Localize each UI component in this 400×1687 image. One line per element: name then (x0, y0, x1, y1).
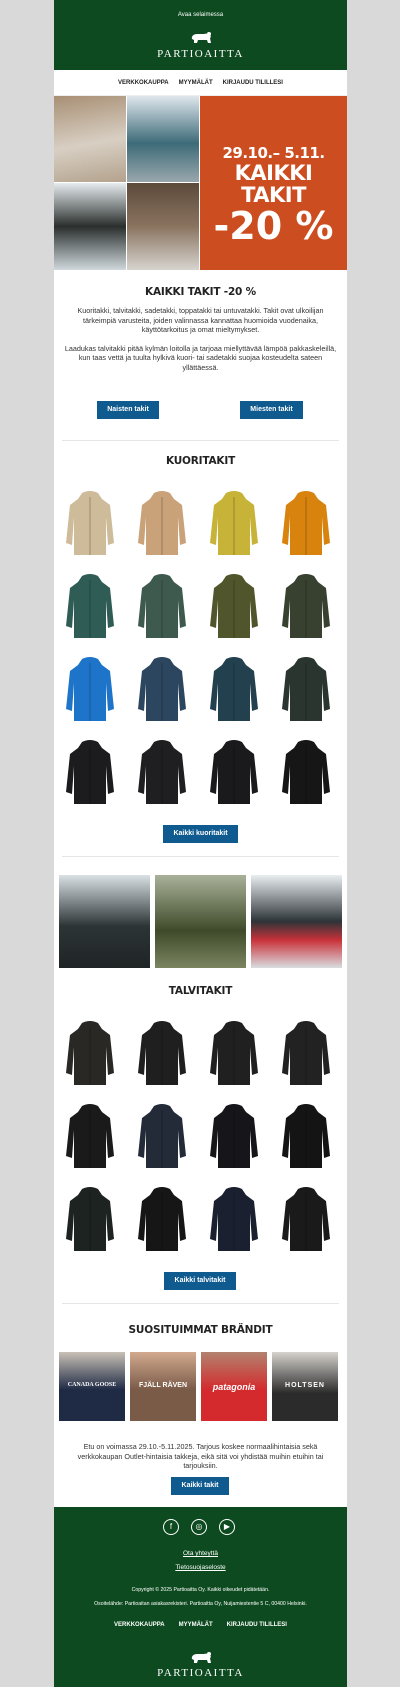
lifestyle-photo-red-jacket[interactable] (251, 875, 342, 968)
offer-terms: Etu on voimassa 29.10.-5.11.2025. Tarjou… (77, 1442, 324, 1470)
product-card[interactable] (278, 487, 334, 559)
brand-logo-text[interactable]: PARTIOAITTA (54, 48, 347, 60)
product-card[interactable] (62, 487, 118, 559)
winter-product-grid (54, 1017, 347, 1267)
hero-banner[interactable]: 29.10.– 5.11. KAIKKI TAKIT -20 % (54, 96, 347, 270)
product-card[interactable] (134, 736, 190, 808)
nav-login[interactable]: KIRJAUDU TILILLESI (223, 80, 283, 86)
product-card[interactable] (62, 736, 118, 808)
lifestyle-photo-tent[interactable] (155, 875, 246, 968)
lifestyle-photo-woman[interactable] (59, 875, 150, 968)
top-nav: VERKKOKAUPPA MYYMÄLÄT KIRJAUDU TILILLESI (54, 70, 347, 96)
men-jackets-button[interactable]: Miesten takit (240, 401, 303, 419)
hero-photo-couple (54, 183, 126, 270)
email-container: Avaa selaimessa PARTIOAITTA VERKKOKAUPPA… (54, 0, 347, 1507)
product-card[interactable] (206, 1017, 262, 1089)
sender-info-text: Osoitelähde: Partioaitan asiakasrekister… (94, 1601, 307, 1607)
footer: f ◎ ▶ Ota yhteyttä Tietosuojaseloste Cop… (54, 1507, 347, 1687)
intro-paragraph-1: Kuoritakki, talvitakki, sadetakki, toppa… (77, 306, 324, 334)
footer-nav-login[interactable]: KIRJAUDU TILILLESI (227, 1622, 287, 1628)
product-card[interactable] (206, 653, 262, 725)
privacy-link[interactable]: Tietosuojaseloste (54, 1564, 347, 1571)
product-card[interactable] (62, 570, 118, 642)
product-card[interactable] (278, 1100, 334, 1172)
product-card[interactable] (62, 1017, 118, 1089)
hero-photo-woman (54, 96, 126, 182)
footer-nav-webshop[interactable]: VERKKOKAUPPA (114, 1622, 165, 1628)
product-card[interactable] (62, 1100, 118, 1172)
product-card[interactable] (206, 1183, 262, 1255)
nav-stores[interactable]: MYYMÄLÄT (179, 80, 213, 86)
product-card[interactable] (278, 1017, 334, 1089)
product-card[interactable] (206, 487, 262, 559)
all-shell-jackets-button[interactable]: Kaikki kuoritakit (163, 825, 238, 843)
brand-fjallraven[interactable]: FJÄLL RÄVEN (130, 1352, 196, 1421)
brands-title: SUOSITUIMMAT BRÄNDIT (128, 1324, 273, 1336)
all-winter-jackets-button[interactable]: Kaikki talvitakit (164, 1272, 236, 1290)
winter-title: TALVITAKIT (168, 985, 233, 997)
product-card[interactable] (134, 1100, 190, 1172)
shell-title: KUORITAKIT (165, 455, 236, 467)
product-card[interactable] (134, 653, 190, 725)
footer-nav: VERKKOKAUPPA MYYMÄLÄT KIRJAUDU TILILLESI (54, 1622, 347, 1628)
intro-title: KAIKKI TAKIT -20 % (145, 286, 256, 298)
product-card[interactable] (278, 1183, 334, 1255)
product-card[interactable] (278, 736, 334, 808)
brand-patagonia[interactable]: patagonia (201, 1352, 267, 1421)
intro-paragraph-2: Laadukas talvitakki pitää kylmän loitoll… (64, 343, 337, 372)
hero-headline: KAIKKI TAKIT (234, 161, 313, 207)
product-card[interactable] (134, 487, 190, 559)
footer-logo-text[interactable]: PARTIOAITTA (54, 1667, 347, 1679)
facebook-icon[interactable]: f (163, 1519, 179, 1535)
hero-photo-man-skis (127, 96, 199, 182)
contact-link[interactable]: Ota yhteyttä (54, 1550, 347, 1557)
product-card[interactable] (134, 570, 190, 642)
header: Avaa selaimessa PARTIOAITTA (54, 0, 347, 70)
product-card[interactable] (278, 570, 334, 642)
youtube-icon[interactable]: ▶ (219, 1519, 235, 1535)
hero-offer-panel: 29.10.– 5.11. KAIKKI TAKIT -20 % (200, 96, 347, 270)
shell-product-grid (54, 487, 347, 817)
divider (62, 856, 339, 857)
women-jackets-button[interactable]: Naisten takit (97, 401, 159, 419)
product-card[interactable] (62, 653, 118, 725)
product-card[interactable] (134, 1017, 190, 1089)
copyright-text: Copyright © 2025 Partioaitta Oy. Kaikki … (131, 1587, 270, 1593)
bear-logo-icon (191, 32, 211, 43)
bear-logo-icon (191, 1652, 211, 1663)
product-card[interactable] (134, 1183, 190, 1255)
instagram-icon[interactable]: ◎ (191, 1519, 207, 1535)
footer-nav-stores[interactable]: MYYMÄLÄT (179, 1622, 213, 1628)
nav-webshop[interactable]: VERKKOKAUPPA (118, 80, 169, 86)
product-card[interactable] (62, 1183, 118, 1255)
product-card[interactable] (206, 1100, 262, 1172)
product-card[interactable] (206, 736, 262, 808)
product-card[interactable] (278, 653, 334, 725)
hero-photo-family-dog (127, 183, 199, 270)
brand-holtsen[interactable]: HOLTSEN (272, 1352, 338, 1421)
hero-dates: 29.10.– 5.11. (222, 144, 325, 162)
divider (62, 440, 339, 441)
hero-discount: -20 % (213, 204, 334, 248)
all-jackets-button[interactable]: Kaikki takit (171, 1477, 229, 1495)
brand-canada-goose[interactable]: CANADA GOOSE (59, 1352, 125, 1421)
product-card[interactable] (206, 570, 262, 642)
divider (62, 1303, 339, 1304)
open-in-browser-link[interactable]: Avaa selaimessa (54, 0, 347, 18)
